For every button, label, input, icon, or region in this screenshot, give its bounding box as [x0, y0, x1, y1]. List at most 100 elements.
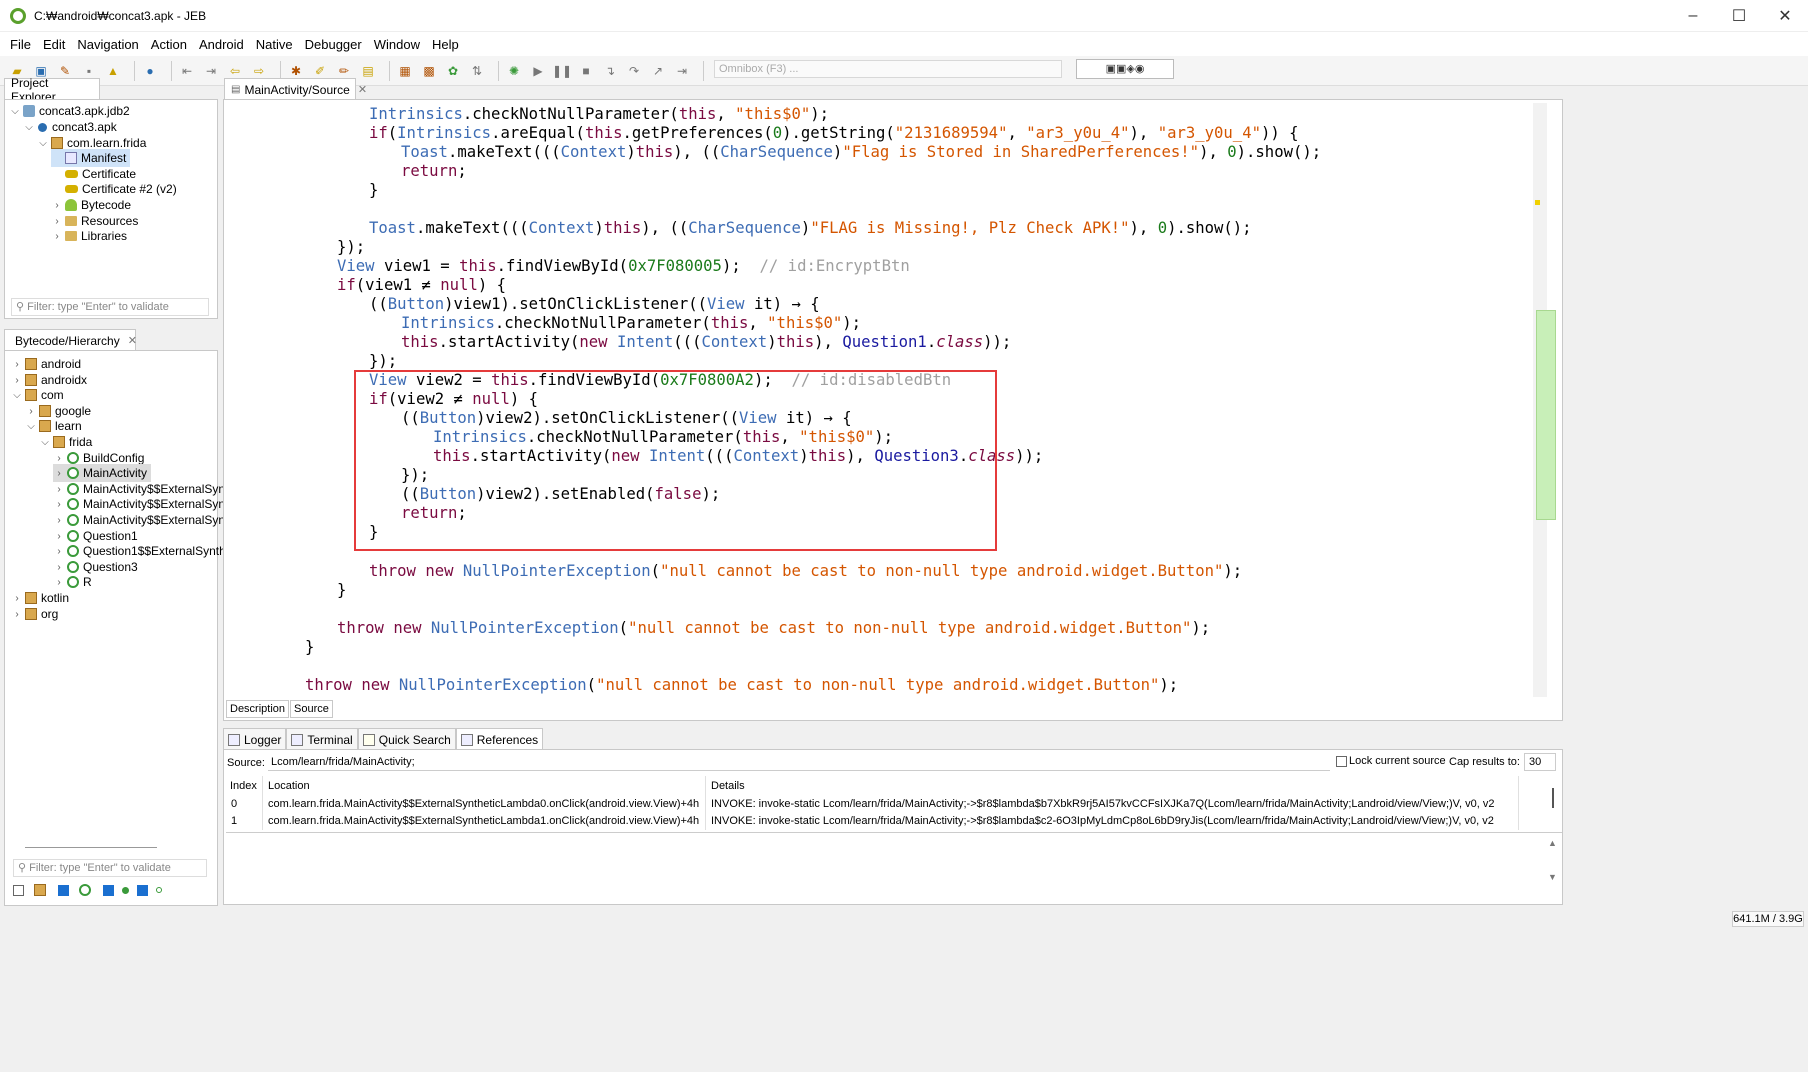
apk-icon: [38, 122, 47, 132]
package-icon: [53, 436, 65, 448]
maximize-button[interactable]: ☐: [1716, 0, 1762, 32]
close-icon[interactable]: ✕: [128, 334, 137, 347]
package-icon: [51, 137, 63, 149]
code-line: Intrinsics.checkNotNullParameter(this, "…: [369, 105, 830, 123]
annotation-highlight-box: [354, 370, 997, 551]
run-to-icon[interactable]: ⇥: [673, 62, 691, 80]
code-line: return;: [401, 162, 467, 180]
project-filter-input[interactable]: ⚲ Filter: type "Enter" to validate: [11, 298, 209, 316]
hierarchy-panel: › android › androidx ⌵ com › google ⌵ learn ⌵…: [4, 350, 232, 906]
step-over-icon[interactable]: ↷: [625, 62, 643, 80]
tab-logger[interactable]: Logger: [223, 728, 287, 750]
tab-references[interactable]: References: [455, 728, 544, 750]
window-title: C:₩android₩concat3.apk - JEB: [34, 8, 207, 23]
menu-help[interactable]: Help: [426, 37, 465, 52]
panel-divider: [226, 832, 1562, 833]
table-vscroll[interactable]: [1552, 788, 1554, 808]
class-icon: [79, 884, 91, 896]
close-icon[interactable]: ✕: [358, 83, 367, 96]
lock-source-checkbox[interactable]: [1336, 756, 1347, 767]
code-line: this.startActivity(new Intent(((Context)…: [401, 333, 1012, 351]
folder-icon: [65, 231, 77, 241]
tab-terminal[interactable]: Terminal: [286, 728, 358, 750]
class-icon: [67, 483, 79, 495]
toggle-checkbox[interactable]: [137, 884, 148, 896]
tree-item-org[interactable]: › org: [11, 605, 58, 623]
cap-results-input[interactable]: 30: [1524, 753, 1556, 771]
memory-indicator[interactable]: 641.1M / 3.9G: [1732, 911, 1804, 927]
debug-icon[interactable]: ✺: [505, 62, 523, 80]
package-icon: [39, 420, 51, 432]
column-header-index[interactable]: Index: [230, 780, 257, 792]
references-table: Index Location Details 0 com.learn.frida…: [226, 776, 1562, 830]
stop-icon[interactable]: ■: [577, 62, 595, 80]
pause-icon[interactable]: ❚❚: [552, 62, 572, 80]
menu-window[interactable]: Window: [368, 37, 426, 52]
code-line: }: [337, 581, 347, 599]
tab-bytecode-hierarchy[interactable]: Bytecode/Hierarchy ✕: [4, 329, 137, 351]
close-button[interactable]: ✕: [1762, 0, 1808, 32]
warning-icon[interactable]: ▲: [104, 62, 122, 80]
toggle-checkbox[interactable]: [13, 884, 24, 896]
tab-project-explorer[interactable]: Project Explorer: [4, 76, 100, 104]
hierarchy-filter-input[interactable]: ⚲ Filter: type "Enter" to validate: [13, 859, 207, 877]
package-icon: [25, 358, 37, 370]
menu-edit[interactable]: Edit: [37, 37, 71, 52]
column-header-details[interactable]: Details: [711, 780, 745, 792]
column-header-location[interactable]: Location: [268, 780, 310, 792]
code-line: Toast.makeText(((Context)this), ((CharSe…: [369, 219, 1252, 237]
tab-mainactivity-source[interactable]: ▤ MainActivity/Source ✕: [224, 78, 367, 100]
menu-android[interactable]: Android: [193, 37, 250, 52]
scroll-down-icon[interactable]: ▼: [1548, 872, 1557, 882]
class-icon: [67, 498, 79, 510]
code-line: throw new NullPointerException("null can…: [305, 676, 1179, 694]
hierarchy-icon[interactable]: ▦: [396, 62, 414, 80]
code-line: Toast.makeText(((Context)this), ((CharSe…: [401, 143, 1322, 161]
tab-source[interactable]: Source: [290, 700, 333, 718]
forward-icon[interactable]: ⇨: [250, 62, 268, 80]
menu-action[interactable]: Action: [145, 37, 193, 52]
scroll-up-icon[interactable]: ▲: [1548, 838, 1557, 848]
comment-icon[interactable]: ✐: [311, 62, 329, 80]
tree-item-libraries[interactable]: › Libraries: [51, 227, 127, 245]
menu-navigation[interactable]: Navigation: [71, 37, 144, 52]
package-icon: [25, 389, 37, 401]
menu-file[interactable]: File: [4, 37, 37, 52]
minimize-button[interactable]: –: [1670, 0, 1716, 32]
step-forward-icon[interactable]: ⇥: [202, 62, 220, 80]
step-back-icon[interactable]: ⇤: [178, 62, 196, 80]
source-field[interactable]: Lcom/learn/frida/MainActivity;: [268, 753, 1330, 771]
menu-debugger[interactable]: Debugger: [299, 37, 368, 52]
rename-icon[interactable]: ✏: [335, 62, 353, 80]
viewport-overview-marker[interactable]: [1536, 310, 1556, 520]
table-row[interactable]: 1 com.learn.frida.MainActivity$$External…: [226, 814, 1562, 831]
quick-search-icon: [362, 733, 375, 746]
decompile-icon[interactable]: ✱: [287, 62, 305, 80]
hierarchy-hscroll[interactable]: [25, 847, 157, 848]
globe-icon[interactable]: ●: [141, 62, 159, 80]
step-into-icon[interactable]: ↴: [601, 62, 619, 80]
cap-results-label: Cap results to:: [1449, 756, 1520, 768]
tab-description[interactable]: Description: [226, 700, 290, 718]
editor-view-tabs: Description Source: [226, 700, 334, 718]
menu-native[interactable]: Native: [250, 37, 299, 52]
run-icon[interactable]: ▶: [529, 62, 547, 80]
toggle-checkbox[interactable]: [103, 884, 114, 896]
sort-icon[interactable]: ⇅: [468, 62, 486, 80]
table-row[interactable]: 0 com.learn.frida.MainActivity$$External…: [226, 797, 1562, 814]
omnibox-options-button[interactable]: ▣▣◈◉: [1076, 59, 1174, 79]
graph-icon[interactable]: ✿: [444, 62, 462, 80]
folder-icon: [65, 216, 77, 226]
title-bar: C:₩android₩concat3.apk - JEB – ☐ ✕: [0, 0, 1808, 32]
code-line: }: [305, 638, 315, 656]
step-out-icon[interactable]: ↗: [649, 62, 667, 80]
overview-mark: [1535, 200, 1540, 205]
package-icon: [25, 608, 37, 620]
hierarchy-filter-toggles: [13, 884, 162, 896]
omnibox-input[interactable]: Omnibox (F3) ...: [714, 60, 1062, 78]
bookmark-icon[interactable]: ▤: [359, 62, 377, 80]
tab-quick-search[interactable]: Quick Search: [357, 728, 456, 750]
back-icon[interactable]: ⇦: [226, 62, 244, 80]
xrefs-icon[interactable]: ▩: [420, 62, 438, 80]
toggle-checkbox[interactable]: [58, 884, 69, 896]
